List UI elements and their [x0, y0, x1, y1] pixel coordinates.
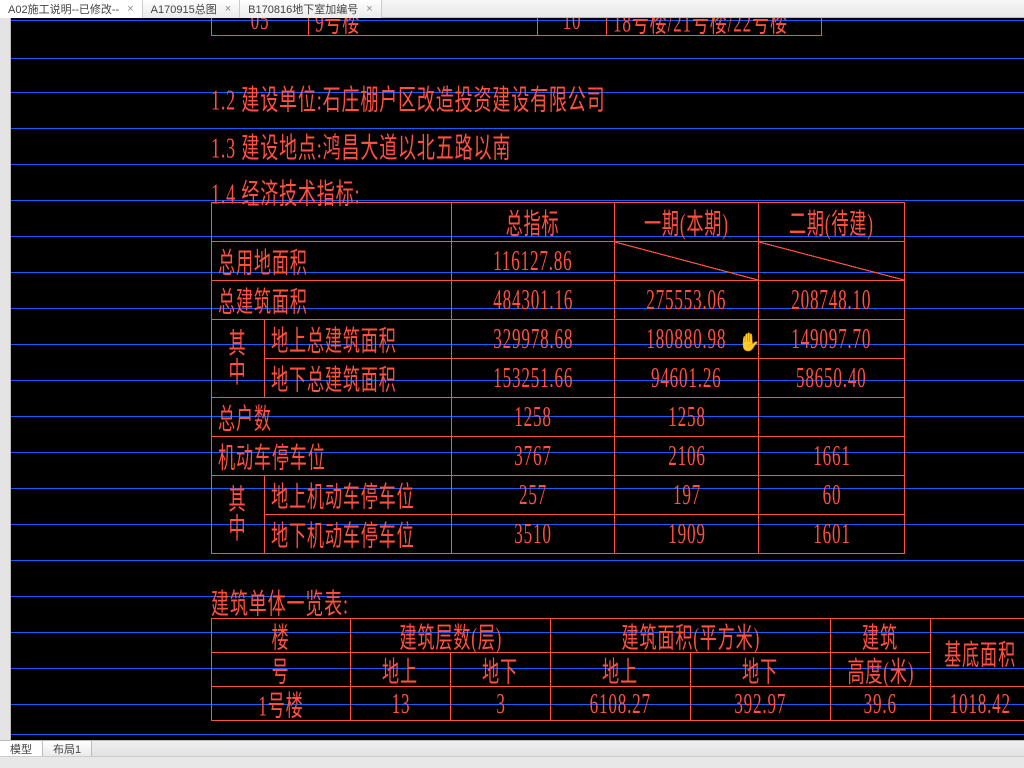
r6-v3: 1661: [758, 436, 905, 476]
r4-label: 地下总建筑面积: [264, 358, 452, 398]
tb2-r1-jd: 1018.42: [930, 686, 1024, 721]
tb2-h-mj: 建筑面积(平方米): [550, 618, 831, 653]
r2-v2: 275553.06: [614, 280, 759, 320]
tb2-h-shang: 地上: [350, 652, 451, 687]
tb2-r1-cs: 13: [350, 686, 451, 721]
close-icon[interactable]: ×: [366, 3, 372, 15]
grp2-label: 其中: [211, 475, 265, 554]
r4-v2: 94601.26: [614, 358, 759, 398]
r8-v3: 1601: [758, 514, 905, 554]
r4-v3: 58650.40: [758, 358, 905, 398]
tb2-r1-name: 1号楼: [211, 686, 351, 721]
r4-v1: 153251.66: [451, 358, 615, 398]
tb2-h-xia2: 地下: [690, 652, 831, 687]
section-1-2: 1.2 建设单位:石庄棚户区改造投资建设有限公司: [211, 77, 606, 119]
tbl-hdr-blank: [211, 202, 452, 242]
tbl-hdr-c2: 一期(本期): [614, 202, 759, 242]
left-ruler: [0, 18, 11, 740]
drawing-canvas[interactable]: 05 9号楼 10 18号楼/21号楼/22号楼 1.2 建设单位:石庄棚户区改…: [11, 18, 1024, 740]
r5-v1: 1258: [451, 397, 615, 437]
r1-v2: [614, 241, 759, 281]
r1-v3: [758, 241, 905, 281]
tb2-r1-g: 39.6: [830, 686, 931, 721]
r6-v2: 2106: [614, 436, 759, 476]
r3-label: 地上总建筑面积: [264, 319, 452, 359]
r7-v2: 197: [614, 475, 759, 515]
r7-v1: 257: [451, 475, 615, 515]
r5-v3: [758, 397, 905, 437]
r8-label: 地下机动车停车位: [264, 514, 452, 554]
tb2-h-lou: 楼: [211, 618, 351, 653]
tb2-h-hao: 号: [211, 652, 351, 687]
r6-v1: 3767: [451, 436, 615, 476]
tbl-hdr-c1: 总指标: [451, 202, 615, 242]
tb2-h-gao2: 高度(米): [830, 652, 931, 687]
r3-v2: 180880.98: [614, 319, 759, 359]
r2-v1: 484301.16: [451, 280, 615, 320]
layout-tab-layout1[interactable]: 布局1: [43, 741, 92, 756]
toprow-cell-1: 9号楼: [308, 18, 538, 36]
toprow-cell-3: 18号楼/21号楼/22号楼: [606, 18, 822, 36]
r1-v1: 116127.86: [451, 241, 615, 281]
r5-v2: 1258: [614, 397, 759, 437]
file-tab-0-label: A02施工说明--已修改--: [8, 1, 119, 17]
file-tab-1[interactable]: A170915总图 ×: [143, 0, 240, 18]
layout-tab-strip: 模型 布局1: [0, 740, 1024, 756]
r2-v3: 208748.10: [758, 280, 905, 320]
r7-v3: 60: [758, 475, 905, 515]
r6-label: 机动车停车位: [211, 436, 452, 476]
grp1-label: 其中: [211, 319, 265, 398]
tb2-r1-cx: 3: [450, 686, 551, 721]
toprow-cell-0: 05: [211, 18, 309, 36]
tb2-h-gao: 建筑: [830, 618, 931, 653]
tb2-h-jd: 基底面积: [930, 618, 1024, 687]
file-tab-1-label: A170915总图: [151, 1, 217, 17]
r8-v1: 3510: [451, 514, 615, 554]
r7-label: 地上机动车停车位: [264, 475, 452, 515]
file-tab-2-label: B170816地下室加编号: [248, 1, 358, 17]
r2-label: 总建筑面积: [211, 280, 452, 320]
tb2-h-xia: 地下: [450, 652, 551, 687]
close-icon[interactable]: ×: [225, 3, 231, 15]
r1-label: 总用地面积: [211, 241, 452, 281]
tb2-r1-ms: 6108.27: [550, 686, 691, 721]
tb2-h-shang2: 地上: [550, 652, 691, 687]
file-tab-strip: A02施工说明--已修改-- × A170915总图 × B170816地下室加编号…: [0, 0, 1024, 18]
layout-tab-model-label: 模型: [10, 741, 32, 757]
r5-label: 总户数: [211, 397, 452, 437]
r3-v3: 149097.70: [758, 319, 905, 359]
section-1-3: 1.3 建设地点:鸿昌大道以北五路以南: [211, 125, 511, 167]
close-icon[interactable]: ×: [127, 3, 133, 15]
layout-tab-layout1-label: 布局1: [53, 741, 81, 757]
file-tab-2[interactable]: B170816地下室加编号 ×: [240, 0, 381, 18]
status-bar: [0, 756, 1024, 768]
tb2-h-ceng: 建筑层数(层): [350, 618, 551, 653]
tbl-hdr-c3: 二期(待建): [758, 202, 905, 242]
r3-v1: 329978.68: [451, 319, 615, 359]
layout-tab-model[interactable]: 模型: [0, 741, 43, 756]
r8-v2: 1909: [614, 514, 759, 554]
toprow-cell-2: 10: [537, 18, 607, 36]
tb2-r1-mx: 392.97: [690, 686, 831, 721]
file-tab-0[interactable]: A02施工说明--已修改-- ×: [0, 0, 143, 18]
